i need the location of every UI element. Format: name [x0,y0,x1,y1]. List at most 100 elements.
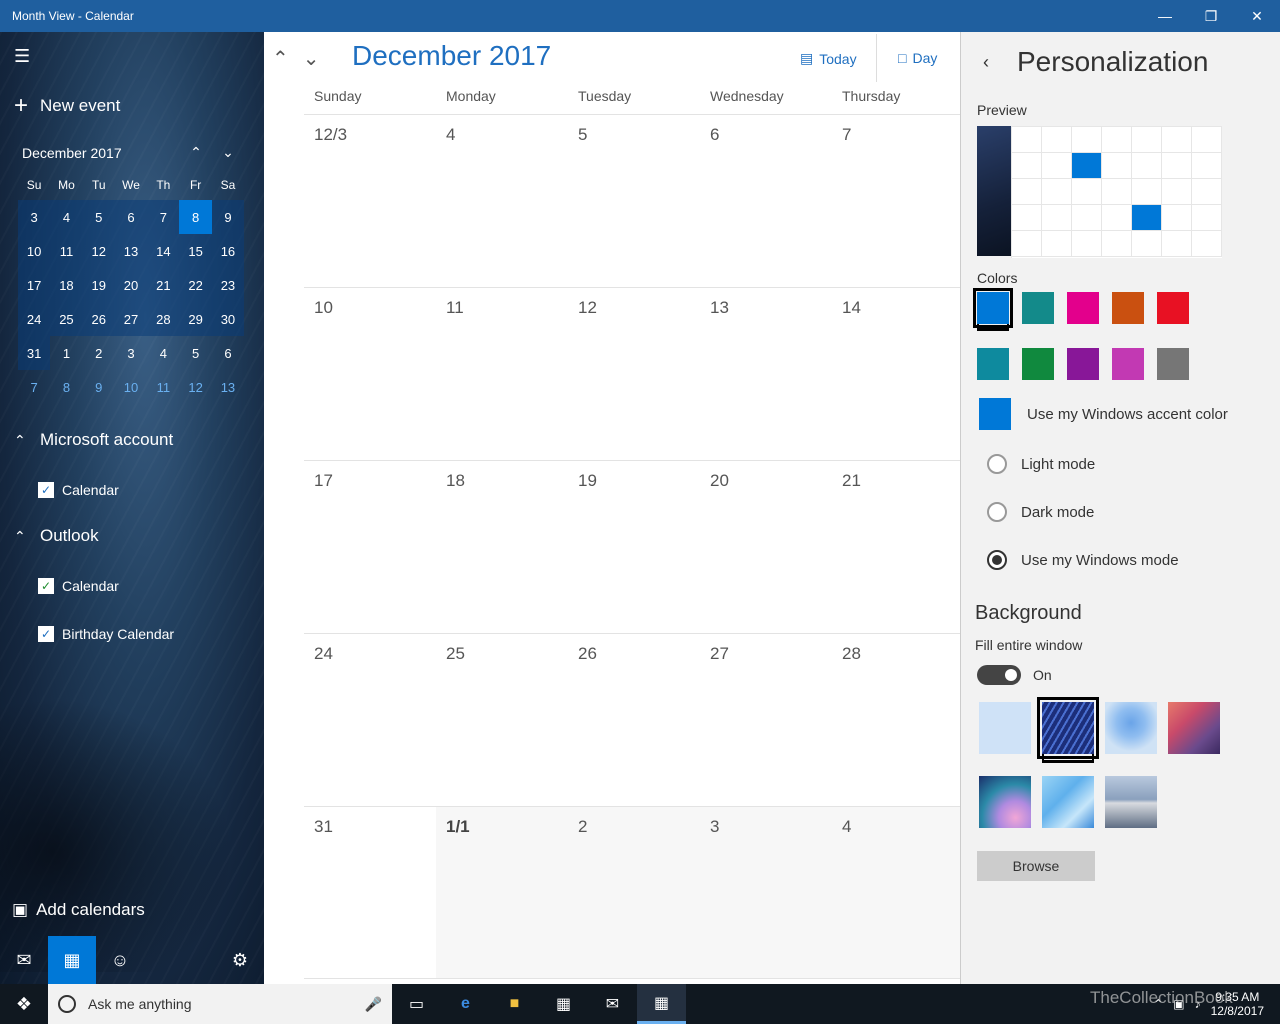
dark-mode-option[interactable]: Dark mode [987,502,1094,522]
close-button[interactable]: ✕ [1234,0,1280,32]
microphone-icon[interactable]: 🎤 [365,996,382,1013]
chevron-down-icon[interactable]: ⌄ [212,144,244,161]
day-cell[interactable]: 31 [304,807,436,978]
checkbox-checked-icon[interactable]: ✓ [38,578,54,594]
background-thumb-abstract[interactable] [979,776,1031,828]
mini-calendar-day[interactable]: 20 [114,268,148,302]
account-outlook[interactable]: ⌃ Outlook [14,526,99,546]
mini-calendar-day[interactable]: 1 [50,336,82,370]
background-thumb-landscape[interactable] [1105,776,1157,828]
windows-mode-option[interactable]: Use my Windows mode [987,550,1179,570]
mini-calendar-day[interactable]: 18 [50,268,83,302]
next-month-icon[interactable]: ⌄ [303,46,320,71]
mini-calendar-day[interactable]: 13 [114,234,148,268]
day-cell[interactable]: 17 [304,461,436,633]
mini-calendar-day[interactable]: 3 [18,200,51,234]
day-view-button[interactable]: □ Day [898,50,937,66]
day-cell[interactable]: 2 [568,807,700,978]
mini-calendar-day[interactable]: 14 [147,234,180,268]
fill-window-toggle[interactable] [977,665,1021,685]
color-swatch[interactable] [1112,348,1144,380]
color-swatch[interactable] [1157,292,1189,324]
color-swatch[interactable] [1112,292,1144,324]
mini-calendar-day[interactable]: 11 [147,370,179,404]
day-cell[interactable]: 5 [568,115,700,287]
edge-browser-icon[interactable]: e [441,984,490,1024]
color-swatch[interactable] [1022,348,1054,380]
mini-calendar-day[interactable]: 5 [82,200,115,234]
day-cell[interactable]: 12 [568,288,700,460]
mini-calendar-day[interactable]: 6 [212,336,244,370]
day-cell[interactable]: 11 [436,288,568,460]
mini-calendar-day[interactable]: 2 [83,336,115,370]
calendar-app-icon[interactable]: ▦ [637,984,686,1024]
mini-calendar-month[interactable]: December 2017 [22,145,180,161]
color-swatch[interactable] [1022,292,1054,324]
minimize-button[interactable]: — [1142,0,1188,32]
mini-calendar-day[interactable]: 31 [18,336,51,370]
day-cell[interactable]: 1/1 [436,807,568,978]
background-thumb-canyon[interactable] [1168,702,1220,754]
mini-calendar-day[interactable]: 15 [179,234,212,268]
chevron-up-icon[interactable]: ⌃ [180,144,212,161]
mini-calendar-day[interactable]: 7 [18,370,50,404]
day-cell[interactable]: 6 [700,115,832,287]
color-swatch[interactable] [977,348,1009,380]
checkbox-checked-icon[interactable]: ✓ [38,482,54,498]
mini-calendar-day[interactable]: 7 [147,200,180,234]
day-cell[interactable]: 4 [436,115,568,287]
back-arrow-icon[interactable]: ‹ [983,52,989,73]
restore-button[interactable]: ❐ [1188,0,1234,32]
background-thumb-light-blue[interactable] [979,702,1031,754]
mini-calendar-day[interactable]: 26 [82,302,115,336]
mini-calendar-day[interactable]: 8 [179,200,212,234]
mini-calendar-day[interactable]: 6 [114,200,148,234]
windows-start-icon[interactable]: ❖ [0,984,48,1024]
mini-calendar-day[interactable]: 4 [50,200,83,234]
calendar-toggle-birthday-calendar[interactable]: ✓ Birthday Calendar [38,626,174,642]
today-button[interactable]: ▤ Today [800,50,857,67]
day-cell[interactable]: 28 [832,634,960,806]
color-swatch[interactable] [973,288,1013,328]
people-icon[interactable]: ☺ [96,936,144,984]
day-cell[interactable]: 13 [700,288,832,460]
radio-button[interactable] [987,502,1007,522]
month-title[interactable]: December 2017 [352,40,551,72]
color-swatch[interactable] [1067,348,1099,380]
mini-calendar-day[interactable]: 23 [211,268,245,302]
add-calendars-button[interactable]: ▣ Add calendars [12,900,145,920]
color-swatch[interactable] [1067,292,1099,324]
mail-icon[interactable]: ✉ [0,936,48,984]
background-thumb-tree[interactable] [1105,702,1157,754]
mini-calendar-day[interactable]: 9 [211,200,245,234]
new-event-button[interactable]: + New event [14,92,120,120]
background-thumb-star-trails[interactable] [1037,697,1099,759]
mini-calendar-day[interactable]: 12 [82,234,115,268]
day-cell[interactable]: 20 [700,461,832,633]
day-cell[interactable]: 18 [436,461,568,633]
mini-calendar-day[interactable]: 28 [147,302,180,336]
previous-month-icon[interactable]: ⌃ [272,46,289,71]
task-view-icon[interactable]: ▭ [392,984,441,1024]
calendar-toggle-microsoft-calendar[interactable]: ✓ Calendar [38,482,119,498]
day-cell[interactable]: 14 [832,288,960,460]
day-cell[interactable]: 7 [832,115,960,287]
mini-calendar-day[interactable]: 21 [147,268,180,302]
background-thumb-geometric[interactable] [1042,776,1094,828]
day-cell[interactable]: 25 [436,634,568,806]
color-swatch[interactable] [1157,348,1189,380]
mini-calendar-day[interactable]: 27 [114,302,148,336]
mini-calendar-day[interactable]: 16 [211,234,245,268]
mini-calendar-day[interactable]: 4 [147,336,179,370]
radio-button-selected[interactable] [987,550,1007,570]
day-cell[interactable]: 10 [304,288,436,460]
calendar-icon[interactable]: ▦ [48,936,96,984]
hamburger-menu-icon[interactable]: ☰ [14,46,34,66]
mini-calendar-day[interactable]: 13 [212,370,244,404]
gear-icon[interactable]: ⚙ [216,936,264,984]
radio-button[interactable] [987,454,1007,474]
mini-calendar-day[interactable]: 8 [50,370,82,404]
mini-calendar-day[interactable]: 22 [179,268,212,302]
day-cell[interactable]: 12/3 [304,115,436,287]
browse-button[interactable]: Browse [977,851,1095,881]
